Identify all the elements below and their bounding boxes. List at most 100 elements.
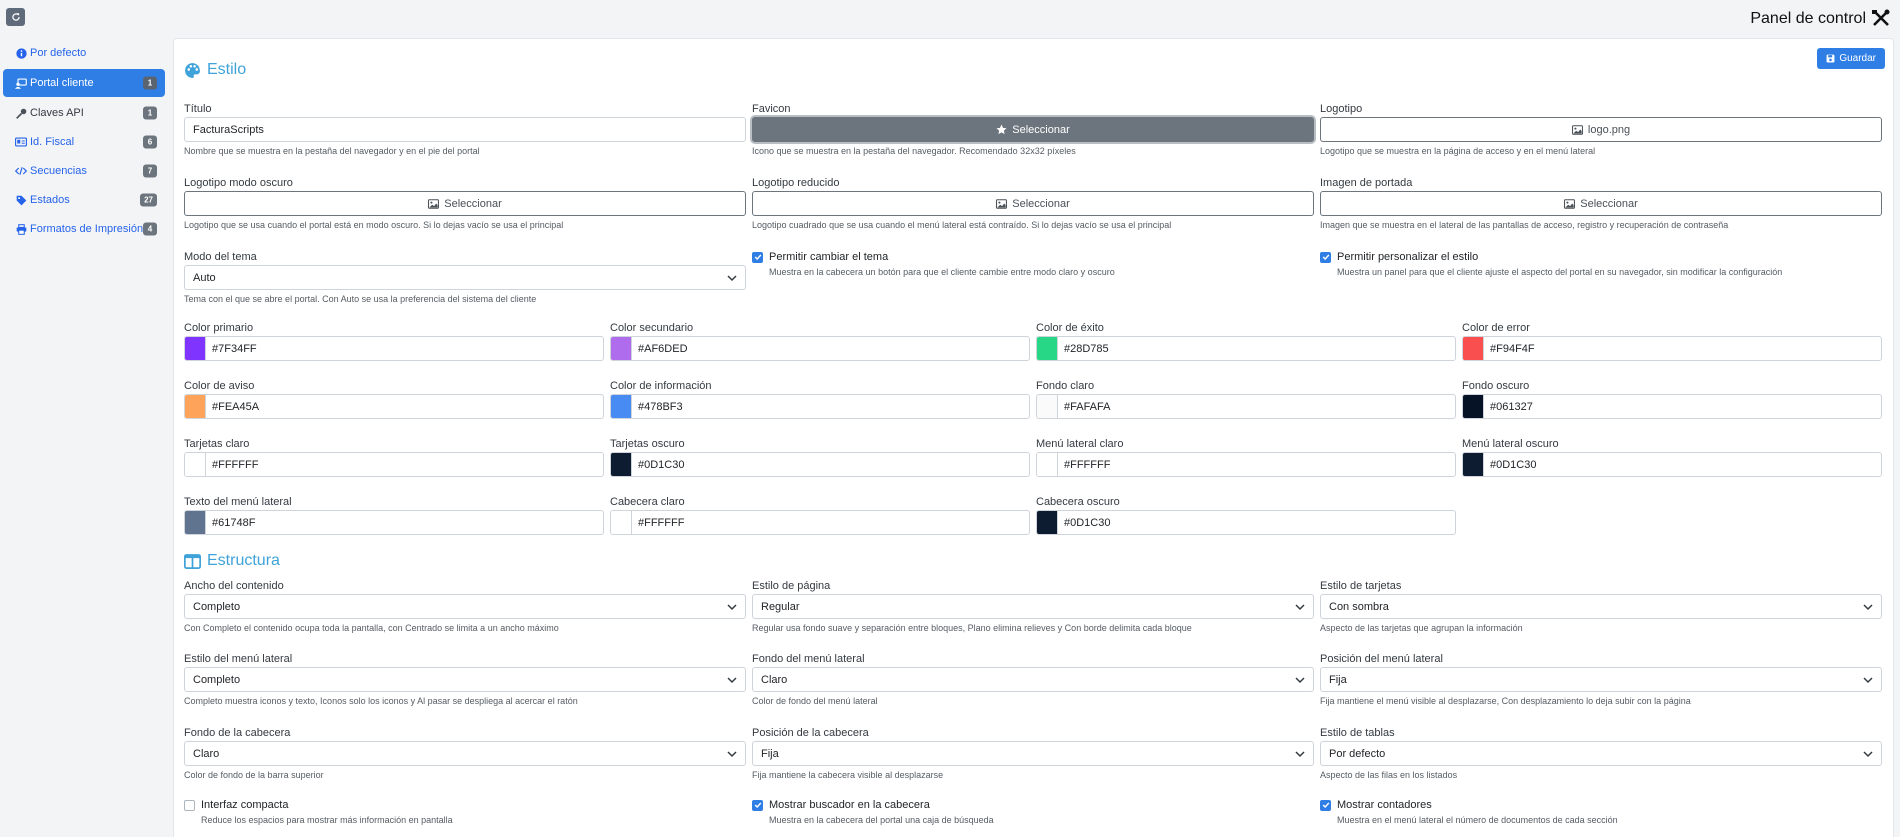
image-icon bbox=[1571, 124, 1583, 135]
color-input[interactable]: #61748F bbox=[184, 510, 604, 535]
color-swatch[interactable] bbox=[611, 395, 632, 418]
sidebar-item-estados[interactable]: Estados 27 bbox=[3, 187, 165, 213]
cover-image-select-button[interactable]: Seleccionar bbox=[1320, 191, 1882, 216]
color-swatch[interactable] bbox=[1463, 453, 1484, 476]
color-input[interactable]: #FFFFFF bbox=[1036, 452, 1456, 477]
structure-select[interactable]: Completo bbox=[184, 667, 746, 692]
field-label: Fondo claro bbox=[1036, 380, 1095, 392]
favicon-select-button[interactable]: Seleccionar bbox=[752, 117, 1314, 142]
color-field: Color de información #478BF3 bbox=[610, 379, 1030, 419]
title-input[interactable]: FacturaScripts bbox=[184, 117, 746, 142]
color-input[interactable]: #478BF3 bbox=[610, 394, 1030, 419]
field-imagen-portada: Imagen de portada Seleccionar Imagen que… bbox=[1320, 176, 1882, 230]
dark-logo-select-button[interactable]: Seleccionar bbox=[184, 191, 746, 216]
color-input[interactable]: #F94F4F bbox=[1462, 336, 1882, 361]
field-personalizar-estilo: Permitir personalizar el estilo Muestra … bbox=[1320, 250, 1882, 277]
color-input[interactable]: #0D1C30 bbox=[1462, 452, 1882, 477]
save-button[interactable]: Guardar bbox=[1817, 48, 1885, 69]
show-counters-checkbox[interactable] bbox=[1320, 799, 1331, 811]
color-input[interactable]: #FAFAFA bbox=[1036, 394, 1456, 419]
structure-select[interactable]: Completo bbox=[184, 594, 746, 619]
color-swatch[interactable] bbox=[1463, 337, 1484, 360]
tools-icon bbox=[1872, 9, 1890, 26]
small-logo-select-button[interactable]: Seleccionar bbox=[752, 191, 1314, 216]
color-swatch[interactable] bbox=[1037, 395, 1058, 418]
compact-interface-checkbox[interactable] bbox=[184, 799, 195, 811]
structure-select[interactable]: Fija bbox=[1320, 667, 1882, 692]
color-input[interactable]: #0D1C30 bbox=[1036, 510, 1456, 535]
color-swatch[interactable] bbox=[1463, 395, 1484, 418]
color-swatch[interactable] bbox=[611, 453, 632, 476]
color-value: #AF6DED bbox=[638, 342, 688, 355]
sidebar-item-claves-api[interactable]: Claves API 1 bbox=[3, 100, 165, 126]
select-field: Fondo de la cabecera Claro Color de fondo … bbox=[184, 726, 746, 780]
field-label: Modo del tema bbox=[184, 251, 257, 263]
color-swatch[interactable] bbox=[185, 511, 206, 534]
color-input[interactable]: #FEA45A bbox=[184, 394, 604, 419]
structure-select[interactable]: Claro bbox=[184, 741, 746, 766]
sidebar-item-portal-cliente[interactable]: Portal cliente 1 bbox=[3, 69, 165, 97]
structure-select[interactable]: Regular bbox=[752, 594, 1314, 619]
checkbox-label: Interfaz compacta bbox=[201, 799, 289, 811]
show-search-checkbox[interactable] bbox=[752, 799, 763, 811]
field-cambiar-tema: Permitir cambiar el tema Muestra en la c… bbox=[752, 250, 1314, 277]
select-field: Estilo del menú lateral Completo Completo … bbox=[184, 652, 746, 706]
field-label: Logotipo reducido bbox=[752, 177, 840, 189]
color-field: Color de éxito #28D785 bbox=[1036, 321, 1456, 361]
color-swatch[interactable] bbox=[185, 337, 206, 360]
color-field: Fondo claro #FAFAFA bbox=[1036, 379, 1456, 419]
color-field: Fondo oscuro #061327 bbox=[1462, 379, 1882, 419]
color-swatch[interactable] bbox=[611, 337, 632, 360]
color-swatch[interactable] bbox=[611, 511, 632, 534]
color-input[interactable]: #FFFFFF bbox=[184, 452, 604, 477]
sidebar-item-formatos-impresion[interactable]: Formatos de Impresión 4 bbox=[3, 216, 165, 242]
sidebar-item-por-defecto[interactable]: Por defecto bbox=[3, 40, 165, 66]
field-help: Icono que se muestra en la pestaña del n… bbox=[752, 146, 1076, 156]
color-input[interactable]: #AF6DED bbox=[610, 336, 1030, 361]
button-label: Seleccionar bbox=[1012, 197, 1070, 210]
color-input[interactable]: #FFFFFF bbox=[610, 510, 1030, 535]
select-field: Estilo de tablas Por defecto Aspecto de la… bbox=[1320, 726, 1882, 780]
sidebar-item-secuencias[interactable]: Secuencias 7 bbox=[3, 158, 165, 184]
structure-select[interactable]: Fija bbox=[752, 741, 1314, 766]
image-icon bbox=[996, 198, 1008, 209]
logo-select-button[interactable]: logo.png bbox=[1320, 117, 1882, 142]
color-field: Tarjetas oscuro #0D1C30 bbox=[610, 437, 1030, 477]
color-value: #61748F bbox=[212, 516, 256, 529]
color-swatch[interactable] bbox=[1037, 337, 1058, 360]
color-input[interactable]: #061327 bbox=[1462, 394, 1882, 419]
allow-style-customization-checkbox[interactable] bbox=[1320, 251, 1331, 263]
id-card-icon bbox=[15, 136, 27, 148]
field-label: Estilo del menú lateral bbox=[184, 653, 293, 665]
sidebar-item-id-fiscal[interactable]: Id. Fiscal 6 bbox=[3, 129, 165, 155]
color-input[interactable]: #7F34FF bbox=[184, 336, 604, 361]
field-label: Título bbox=[184, 103, 212, 115]
structure-select[interactable]: Con sombra bbox=[1320, 594, 1882, 619]
color-value: #FFFFFF bbox=[1064, 458, 1111, 471]
theme-mode-select[interactable]: Auto bbox=[184, 265, 746, 290]
field-label: Estilo de tablas bbox=[1320, 727, 1395, 739]
structure-select[interactable]: Por defecto bbox=[1320, 741, 1882, 766]
color-swatch[interactable] bbox=[185, 395, 206, 418]
field-logotipo-reducido: Logotipo reducido Seleccionar Logotipo c… bbox=[752, 176, 1314, 230]
structure-select[interactable]: Claro bbox=[752, 667, 1314, 692]
refresh-button[interactable] bbox=[6, 8, 25, 26]
field-logotipo-oscuro: Logotipo modo oscuro Seleccionar Logotip… bbox=[184, 176, 746, 230]
color-field: Color de error #F94F4F bbox=[1462, 321, 1882, 361]
allow-theme-switch-checkbox[interactable] bbox=[752, 251, 763, 263]
select-field: Estilo de tarjetas Con sombra Aspecto de l… bbox=[1320, 579, 1882, 633]
color-swatch[interactable] bbox=[185, 453, 206, 476]
checkbox-label: Mostrar contadores bbox=[1337, 799, 1432, 811]
image-icon bbox=[1564, 198, 1576, 209]
color-swatch[interactable] bbox=[1037, 511, 1058, 534]
color-field: Texto del menú lateral #61748F bbox=[184, 495, 604, 535]
select-value: Con sombra bbox=[1329, 600, 1389, 613]
color-input[interactable]: #28D785 bbox=[1036, 336, 1456, 361]
field-help: Con Completo el contenido ocupa toda la … bbox=[184, 623, 559, 633]
field-label: Texto del menú lateral bbox=[184, 496, 292, 508]
color-swatch[interactable] bbox=[1037, 453, 1058, 476]
count-badge: 1 bbox=[143, 76, 157, 90]
select-field: Posición del menú lateral Fija Fija mantie… bbox=[1320, 652, 1882, 706]
color-input[interactable]: #0D1C30 bbox=[610, 452, 1030, 477]
sidebar-item-label: Por defecto bbox=[30, 47, 87, 59]
